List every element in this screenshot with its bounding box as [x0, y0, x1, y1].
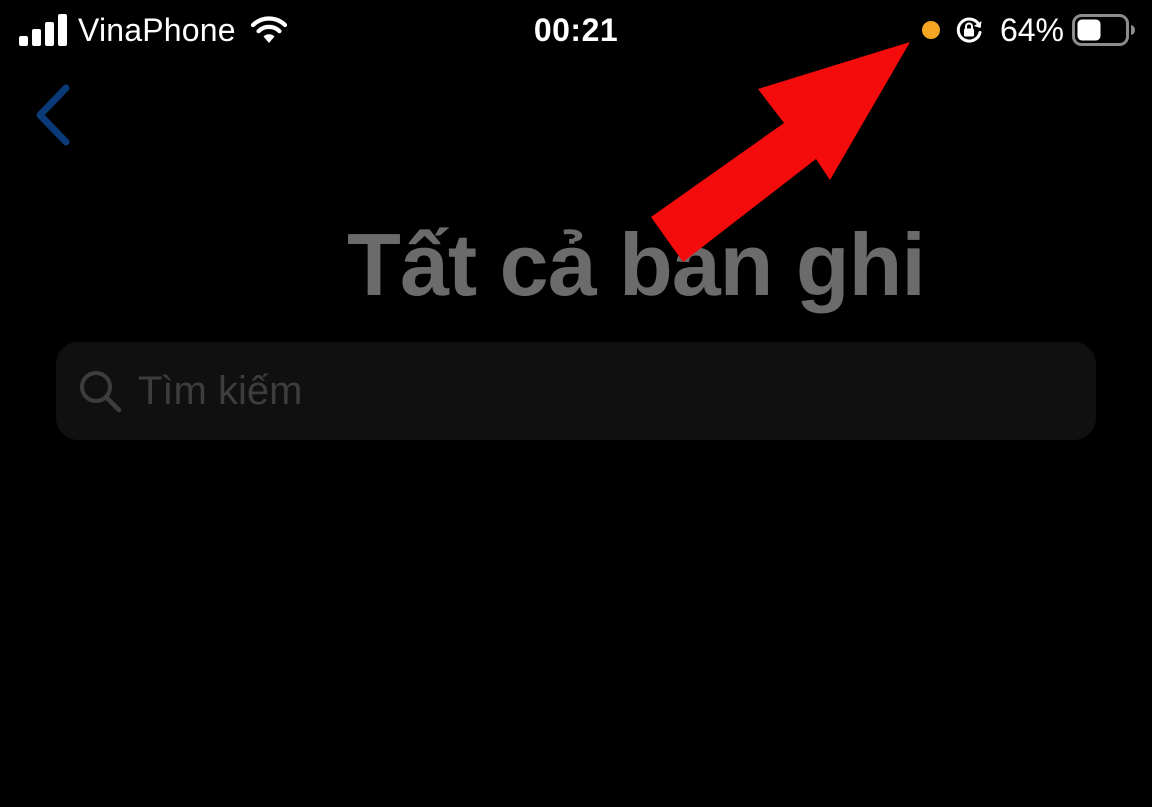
back-button[interactable]: [26, 78, 86, 152]
chevron-left-icon: [36, 84, 70, 146]
battery-percent: 64%: [999, 12, 1064, 48]
search-icon: [80, 371, 122, 413]
page-title: Tất cả bản ghi: [347, 215, 926, 314]
search-input[interactable]: [138, 361, 1096, 421]
search-bar[interactable]: [56, 342, 1096, 440]
status-bar-right: 64%: [921, 10, 1136, 50]
microphone-in-use-dot: [921, 21, 940, 39]
status-bar: VinaPhone 00:21 64%: [0, 0, 1152, 62]
rotation-lock-icon: [956, 17, 982, 43]
battery-icon: [1072, 14, 1135, 46]
battery-level-fill: [1077, 19, 1101, 41]
